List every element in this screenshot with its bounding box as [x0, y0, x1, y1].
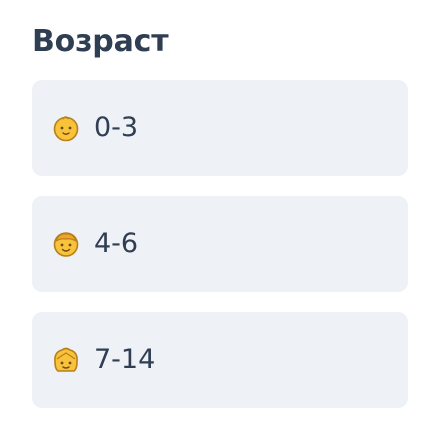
- age-option-7-14[interactable]: 7-14: [32, 312, 408, 408]
- age-options-list: 0-3 4-6 7-14: [32, 80, 408, 408]
- age-option-label: 0-3: [94, 112, 139, 143]
- child-face-icon: [53, 232, 79, 257]
- age-option-label: 7-14: [94, 344, 156, 375]
- baby-face-icon: [53, 116, 79, 142]
- teen-face-icon: [54, 347, 78, 372]
- age-filter-panel: Возраст 0-3 4-6 7-14: [0, 0, 440, 440]
- age-filter-title: Возраст: [32, 24, 169, 59]
- age-option-0-3[interactable]: 0-3: [32, 80, 408, 176]
- age-option-label: 4-6: [94, 228, 139, 259]
- age-option-4-6[interactable]: 4-6: [32, 196, 408, 292]
